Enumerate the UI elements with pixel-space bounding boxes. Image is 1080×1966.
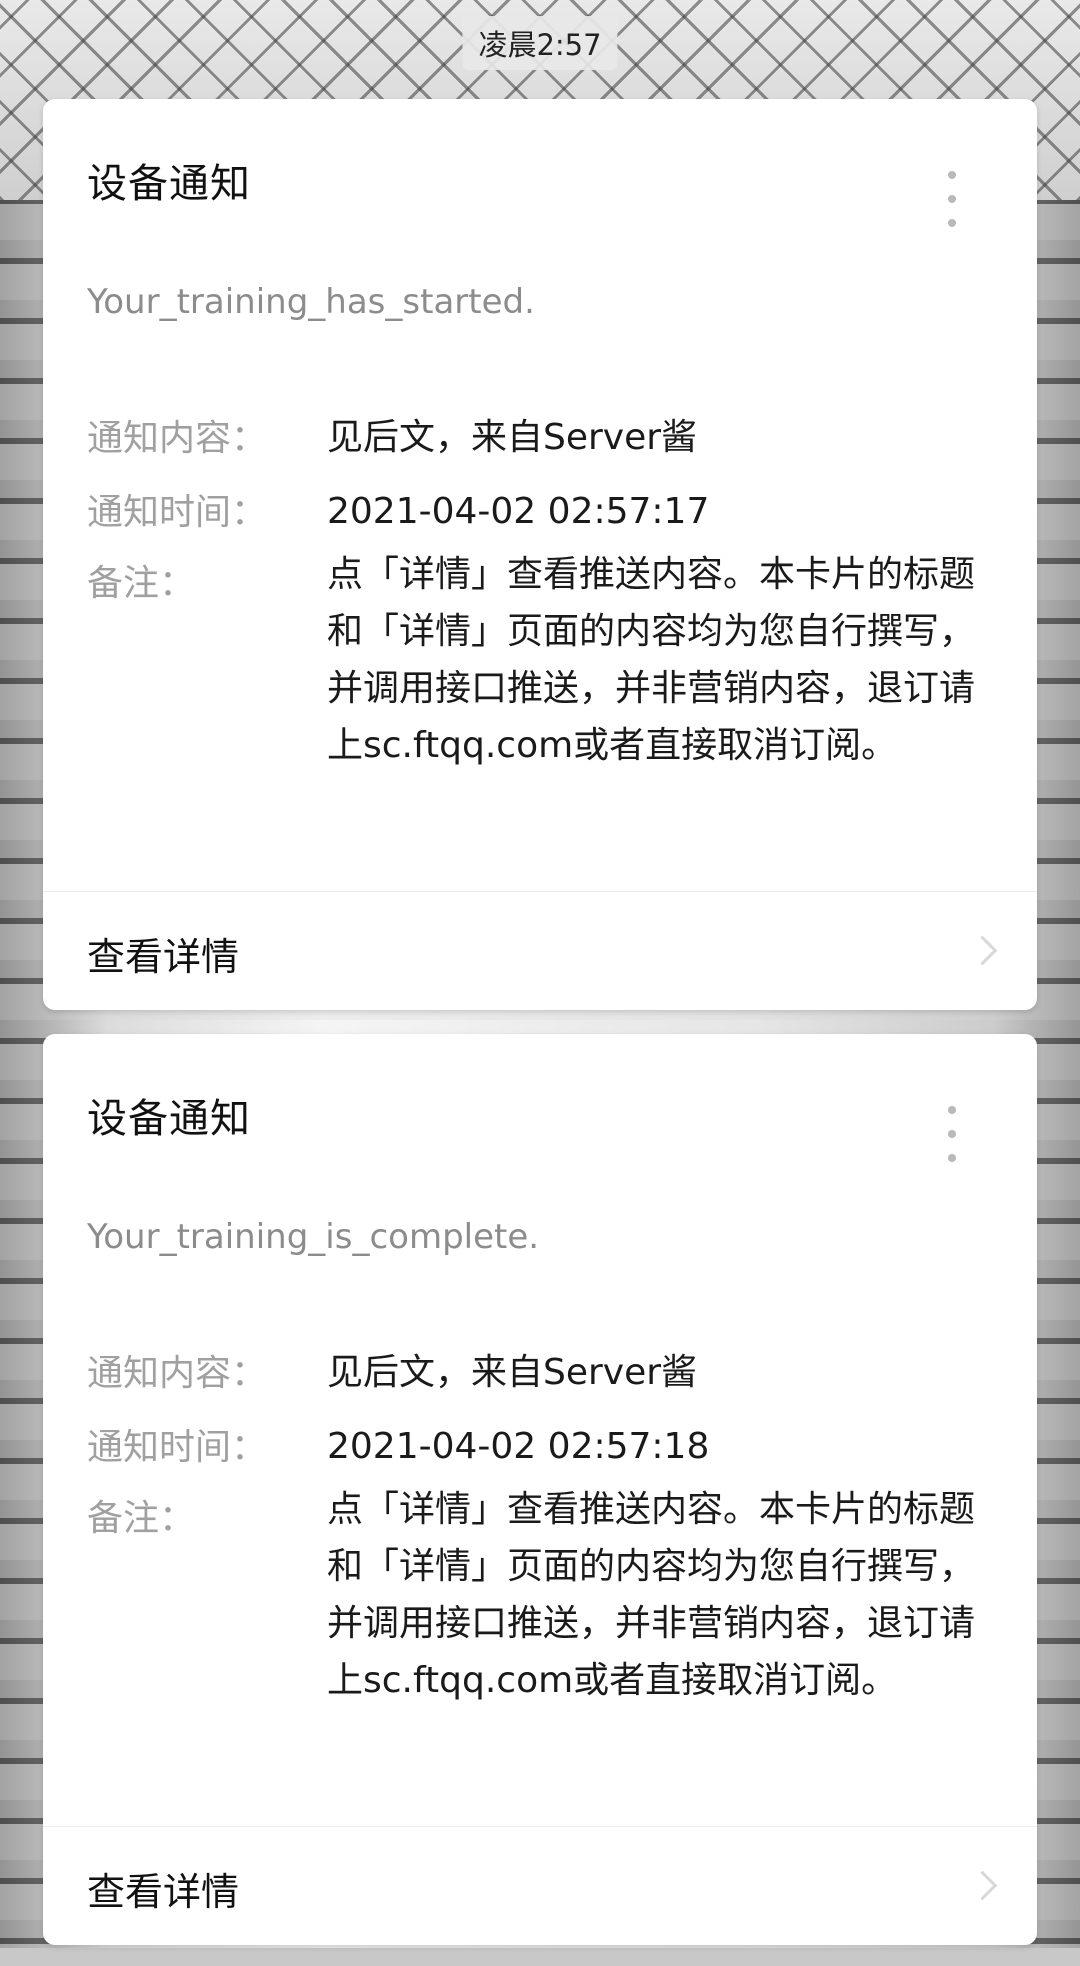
chevron-right-icon [967,1870,998,1901]
background-bottom-strip [0,1948,1080,1966]
notification-card[interactable]: 设备通知 Your_training_is_complete. 通知内容： 见后… [43,1034,1037,1945]
field-label: 通知内容： [87,418,268,459]
field-value: 2021-04-02 02:57:18 [327,1426,710,1467]
field-value: 点「详情」查看推送内容。本卡片的标题和「详情」页面的内容均为您自行撰写，并调用接… [327,1489,976,1701]
more-vertical-icon[interactable] [947,171,957,227]
field-note: 备注： 点「详情」查看推送内容。本卡片的标题和「详情」页面的内容均为您自行撰写，… [87,546,1007,774]
field-note: 备注： 点「详情」查看推送内容。本卡片的标题和「详情」页面的内容均为您自行撰写，… [87,1481,1007,1709]
timestamp-badge: 凌晨2:57 [462,16,618,70]
view-details-link[interactable]: 查看详情 [43,1827,1037,1945]
card-subtitle: Your_training_has_started. [87,282,535,322]
field-value: 点「详情」查看推送内容。本卡片的标题和「详情」页面的内容均为您自行撰写，并调用接… [327,554,976,766]
view-details-label: 查看详情 [87,1870,240,1914]
field-time: 通知时间： 2021-04-02 02:57:18 [87,1418,1007,1475]
notification-card[interactable]: 设备通知 Your_training_has_started. 通知内容： 见后… [43,99,1037,1010]
chevron-right-icon [967,935,998,966]
field-label: 备注： [87,1498,196,1539]
field-label: 通知时间： [87,1427,268,1468]
field-value: 见后文，来自Server酱 [327,1352,698,1393]
field-label: 备注： [87,563,196,604]
card-title: 设备通知 [87,161,251,207]
view-details-link[interactable]: 查看详情 [43,892,1037,1010]
card-title: 设备通知 [87,1096,251,1142]
field-content: 通知内容： 见后文，来自Server酱 [87,409,1007,466]
card-subtitle: Your_training_is_complete. [87,1217,540,1257]
more-vertical-icon[interactable] [947,1106,957,1162]
field-value: 2021-04-02 02:57:17 [327,491,710,532]
field-content: 通知内容： 见后文，来自Server酱 [87,1344,1007,1401]
field-label: 通知时间： [87,492,268,533]
view-details-label: 查看详情 [87,935,240,979]
field-value: 见后文，来自Server酱 [327,417,698,458]
field-time: 通知时间： 2021-04-02 02:57:17 [87,483,1007,540]
field-label: 通知内容： [87,1353,268,1394]
